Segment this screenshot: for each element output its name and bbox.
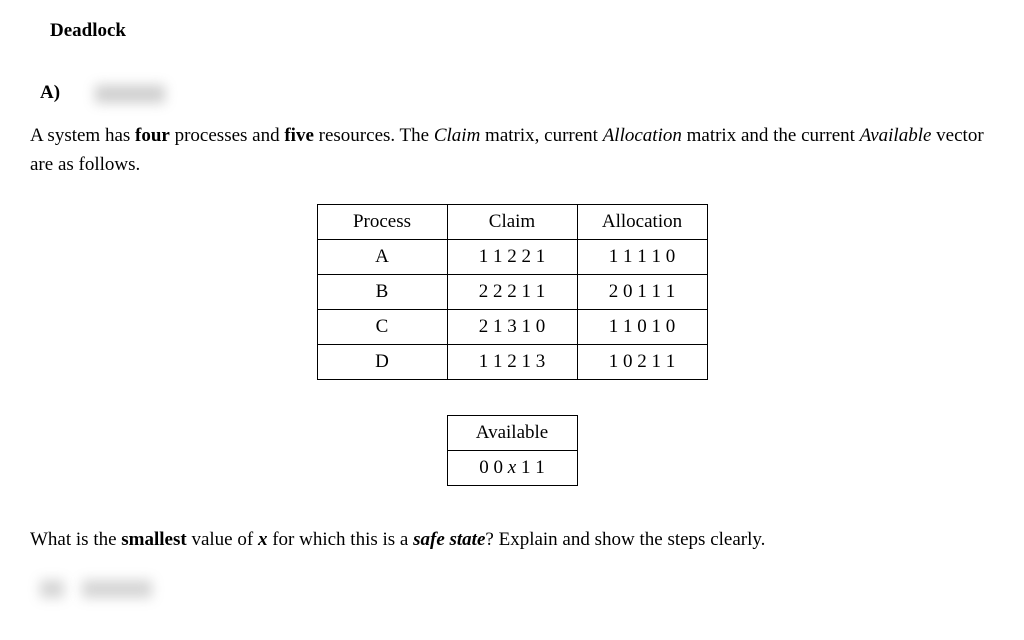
available-cell: 0 0 x 1 1 — [447, 451, 577, 486]
matrix-table: Process Claim Allocation A 1 1 2 2 1 1 1… — [317, 204, 708, 380]
allocation-cell: 2 0 1 1 1 — [577, 275, 707, 310]
table-row: D 1 1 2 1 3 1 0 2 1 1 — [317, 345, 707, 380]
process-cell: A — [317, 240, 447, 275]
process-cell: C — [317, 310, 447, 345]
available-table-container: Available 0 0 x 1 1 — [30, 415, 994, 486]
claim-cell: 1 1 2 2 1 — [447, 240, 577, 275]
claim-cell: 2 2 2 1 1 — [447, 275, 577, 310]
part-label: A) — [40, 82, 994, 104]
obscured-text-icon — [82, 580, 152, 598]
table-row: 0 0 x 1 1 — [447, 451, 577, 486]
header-cell: Claim — [447, 205, 577, 240]
table-row: C 2 1 3 1 0 1 1 0 1 0 — [317, 310, 707, 345]
table-row: A 1 1 2 2 1 1 1 1 1 0 — [317, 240, 707, 275]
available-var: x — [508, 457, 516, 478]
q-text: value of — [187, 529, 258, 550]
claim-cell: 1 1 2 1 3 — [447, 345, 577, 380]
allocation-cell: 1 1 0 1 0 — [577, 310, 707, 345]
available-table: Available 0 0 x 1 1 — [447, 415, 578, 486]
desc-italic: Claim — [434, 125, 480, 146]
q-italic-bold: safe state — [413, 529, 485, 550]
desc-bold: five — [284, 125, 314, 146]
desc-text: matrix and the current — [682, 125, 860, 146]
desc-text: A system has — [30, 125, 135, 146]
desc-text: processes and — [170, 125, 285, 146]
available-post: 1 1 — [516, 457, 545, 478]
header-cell: Process — [317, 205, 447, 240]
obscured-text-icon — [95, 85, 165, 103]
allocation-cell: 1 0 2 1 1 — [577, 345, 707, 380]
available-pre: 0 0 — [479, 457, 508, 478]
table-header-row: Process Claim Allocation — [317, 205, 707, 240]
header-cell: Allocation — [577, 205, 707, 240]
part-label-text: A) — [40, 82, 60, 103]
table-header-row: Available — [447, 416, 577, 451]
desc-italic: Available — [860, 125, 932, 146]
claim-cell: 2 1 3 1 0 — [447, 310, 577, 345]
question-text: What is the smallest value of x for whic… — [30, 526, 994, 555]
obscured-text-icon — [40, 580, 64, 598]
page-title: Deadlock — [50, 20, 994, 42]
desc-text: resources. The — [314, 125, 434, 146]
desc-bold: four — [135, 125, 170, 146]
q-text: for which this is a — [267, 529, 413, 550]
q-text: What is the — [30, 529, 121, 550]
desc-italic: Allocation — [603, 125, 682, 146]
allocation-cell: 1 1 1 1 0 — [577, 240, 707, 275]
process-cell: D — [317, 345, 447, 380]
main-table-container: Process Claim Allocation A 1 1 2 2 1 1 1… — [30, 204, 994, 380]
desc-text: matrix, current — [480, 125, 602, 146]
problem-description: A system has four processes and five res… — [30, 122, 994, 179]
q-text: ? Explain and show the steps clearly. — [485, 529, 765, 550]
q-bold: smallest — [121, 529, 186, 550]
process-cell: B — [317, 275, 447, 310]
table-row: B 2 2 2 1 1 2 0 1 1 1 — [317, 275, 707, 310]
header-cell: Available — [447, 416, 577, 451]
obscured-footer — [40, 580, 994, 598]
